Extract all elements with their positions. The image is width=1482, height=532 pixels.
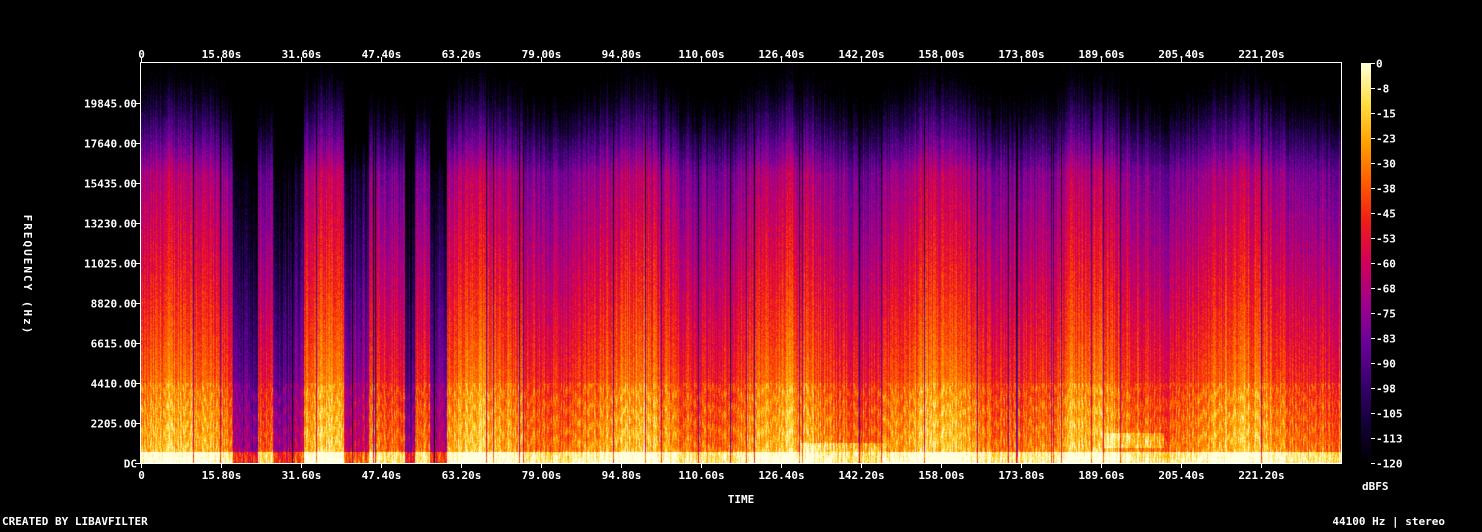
colorbar-tick-label: -23: [1376, 133, 1396, 146]
colorbar-unit-label: dBFS: [1362, 480, 1389, 493]
x-tick-label-top: 189.60s: [1078, 48, 1124, 61]
y-tick-label: 13230.00: [84, 218, 137, 231]
y-tick-label: 2205.00: [91, 418, 137, 431]
y-tick-label: 19845.00: [84, 98, 137, 111]
colorbar-tick-label: -98: [1376, 383, 1396, 396]
x-tick-label-bottom: 63.20s: [442, 469, 482, 482]
footer-info: 44100 Hz | stereo: [1332, 515, 1445, 528]
x-tick-label-top: 142.20s: [838, 48, 884, 61]
colorbar-tick-label: -53: [1376, 233, 1396, 246]
y-tick-label: 11025.00: [84, 258, 137, 271]
colorbar-tick-label: -38: [1376, 183, 1396, 196]
x-tick-label-top: 15.80s: [202, 48, 242, 61]
x-tick-label-bottom: 0: [138, 469, 145, 482]
x-tick-label-bottom: 79.00s: [522, 469, 562, 482]
y-tick-label: DC: [124, 458, 137, 471]
colorbar-tick-label: -45: [1376, 208, 1396, 221]
x-tick-label-bottom: 205.40s: [1158, 469, 1204, 482]
y-tick-label: 6615.00: [91, 338, 137, 351]
y-axis-label: FREQUENCY (Hz): [21, 215, 34, 336]
x-tick-label-bottom: 15.80s: [202, 469, 242, 482]
colorbar: [1361, 63, 1371, 463]
colorbar-tick-label: -113: [1376, 433, 1403, 446]
y-tick-label: 15435.00: [84, 178, 137, 191]
x-tick-label-top: 158.00s: [918, 48, 964, 61]
x-tick-label-top: 173.80s: [998, 48, 1044, 61]
x-tick-label-top: 31.60s: [282, 48, 322, 61]
y-tick-label: 4410.00: [91, 378, 137, 391]
colorbar-tick-label: -83: [1376, 333, 1396, 346]
colorbar-tick-label: -30: [1376, 158, 1396, 171]
colorbar-tick-label: 0: [1376, 58, 1383, 71]
x-tick-label-bottom: 31.60s: [282, 469, 322, 482]
spectrogram-figure: 0 15.80s 31.60s 47.40s 63.20s 79.00s 94.80s 110…: [0, 0, 1482, 528]
x-tick-label-top: 110.60s: [678, 48, 724, 61]
colorbar-tick-label: -15: [1376, 108, 1396, 121]
colorbar-tick-label: -90: [1376, 358, 1396, 371]
x-tick-label-bottom: 189.60s: [1078, 469, 1124, 482]
x-tick-label-bottom: 142.20s: [838, 469, 884, 482]
spectrogram-svg: 0 15.80s 31.60s 47.40s 63.20s 79.00s 94.80s 110…: [2, 48, 1445, 528]
colorbar-tick-label: -120: [1376, 458, 1403, 471]
x-tick-label-bottom: 158.00s: [918, 469, 964, 482]
colorbar-tick-label: -8: [1376, 83, 1389, 96]
spectrogram-plot-area: [141, 63, 1341, 463]
x-axis-label: TIME: [728, 493, 755, 506]
y-tick-label: 17640.00: [84, 138, 137, 151]
x-tick-label-top: 126.40s: [758, 48, 804, 61]
x-tick-label-bottom: 47.40s: [362, 469, 402, 482]
colorbar-tick-label: -68: [1376, 283, 1396, 296]
x-tick-label-bottom: 110.60s: [678, 469, 724, 482]
x-tick-label-top: 63.20s: [442, 48, 482, 61]
x-tick-label-top: 0: [138, 48, 145, 61]
x-tick-label-top: 221.20s: [1238, 48, 1284, 61]
x-tick-label-top: 79.00s: [522, 48, 562, 61]
x-tick-label-top: 205.40s: [1158, 48, 1204, 61]
colorbar-tick-label: -75: [1376, 308, 1396, 321]
x-tick-label-top: 47.40s: [362, 48, 402, 61]
x-tick-label-bottom: 94.80s: [602, 469, 642, 482]
colorbar-tick-label: -60: [1376, 258, 1396, 271]
x-tick-label-bottom: 126.40s: [758, 469, 804, 482]
y-tick-label: 8820.00: [91, 298, 137, 311]
x-tick-label-top: 94.80s: [602, 48, 642, 61]
colorbar-tick-label: -105: [1376, 408, 1403, 421]
x-tick-label-bottom: 221.20s: [1238, 469, 1284, 482]
x-tick-label-bottom: 173.80s: [998, 469, 1044, 482]
footer-credit: CREATED BY LIBAVFILTER: [2, 515, 148, 528]
